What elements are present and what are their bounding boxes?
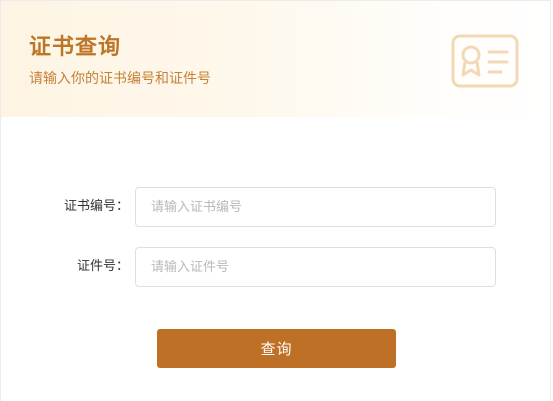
id-number-label: 证件号： (76, 259, 129, 274)
id-number-row: 证件号： (1, 247, 550, 287)
page-subtitle: 请输入你的证书编号和证件号 (29, 71, 211, 87)
certificate-icon (451, 34, 519, 88)
certificate-query-card: 证书查询 请输入你的证书编号和证件号 证书编号： 证件号： 查询 (0, 0, 551, 401)
query-button[interactable]: 查询 (157, 329, 396, 368)
card-header: 证书查询 请输入你的证书编号和证件号 (1, 1, 550, 117)
cert-number-row: 证书编号： (1, 187, 550, 227)
cert-number-label: 证书编号： (63, 199, 129, 214)
cert-number-input[interactable] (135, 187, 496, 227)
id-number-input[interactable] (135, 247, 496, 287)
page-title: 证书查询 (29, 35, 122, 60)
